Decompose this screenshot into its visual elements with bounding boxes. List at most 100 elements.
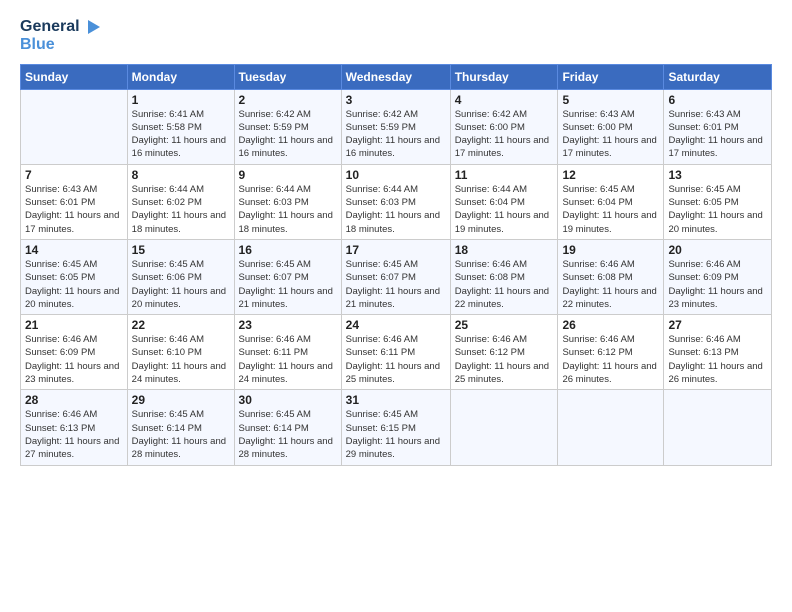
- day-number: 14: [25, 243, 123, 257]
- day-info: Sunrise: 6:43 AMSunset: 6:00 PMDaylight:…: [562, 108, 659, 161]
- day-info: Sunrise: 6:46 AMSunset: 6:08 PMDaylight:…: [455, 258, 554, 311]
- day-info: Sunrise: 6:41 AMSunset: 5:58 PMDaylight:…: [132, 108, 230, 161]
- day-info: Sunrise: 6:46 AMSunset: 6:09 PMDaylight:…: [25, 333, 123, 386]
- day-cell: 28Sunrise: 6:46 AMSunset: 6:13 PMDayligh…: [21, 390, 128, 465]
- day-info: Sunrise: 6:46 AMSunset: 6:12 PMDaylight:…: [562, 333, 659, 386]
- day-info: Sunrise: 6:45 AMSunset: 6:06 PMDaylight:…: [132, 258, 230, 311]
- day-info: Sunrise: 6:45 AMSunset: 6:07 PMDaylight:…: [346, 258, 446, 311]
- day-cell: 19Sunrise: 6:46 AMSunset: 6:08 PMDayligh…: [558, 239, 664, 314]
- day-info: Sunrise: 6:42 AMSunset: 5:59 PMDaylight:…: [346, 108, 446, 161]
- logo-arrow-icon: [82, 16, 104, 38]
- week-row-5: 28Sunrise: 6:46 AMSunset: 6:13 PMDayligh…: [21, 390, 772, 465]
- day-info: Sunrise: 6:45 AMSunset: 6:14 PMDaylight:…: [132, 408, 230, 461]
- day-number: 9: [239, 168, 337, 182]
- day-info: Sunrise: 6:43 AMSunset: 6:01 PMDaylight:…: [25, 183, 123, 236]
- day-number: 30: [239, 393, 337, 407]
- day-number: 22: [132, 318, 230, 332]
- day-cell: 11Sunrise: 6:44 AMSunset: 6:04 PMDayligh…: [450, 164, 558, 239]
- day-number: 21: [25, 318, 123, 332]
- day-info: Sunrise: 6:46 AMSunset: 6:13 PMDaylight:…: [668, 333, 767, 386]
- day-number: 18: [455, 243, 554, 257]
- day-number: 20: [668, 243, 767, 257]
- day-number: 16: [239, 243, 337, 257]
- day-cell: 23Sunrise: 6:46 AMSunset: 6:11 PMDayligh…: [234, 315, 341, 390]
- logo: General Blue: [20, 16, 104, 54]
- day-info: Sunrise: 6:42 AMSunset: 6:00 PMDaylight:…: [455, 108, 554, 161]
- day-cell: 9Sunrise: 6:44 AMSunset: 6:03 PMDaylight…: [234, 164, 341, 239]
- weekday-header-friday: Friday: [558, 64, 664, 89]
- day-info: Sunrise: 6:45 AMSunset: 6:14 PMDaylight:…: [239, 408, 337, 461]
- weekday-header-thursday: Thursday: [450, 64, 558, 89]
- day-number: 11: [455, 168, 554, 182]
- day-info: Sunrise: 6:46 AMSunset: 6:10 PMDaylight:…: [132, 333, 230, 386]
- day-cell: 29Sunrise: 6:45 AMSunset: 6:14 PMDayligh…: [127, 390, 234, 465]
- day-number: 17: [346, 243, 446, 257]
- day-number: 24: [346, 318, 446, 332]
- day-info: Sunrise: 6:45 AMSunset: 6:07 PMDaylight:…: [239, 258, 337, 311]
- day-info: Sunrise: 6:46 AMSunset: 6:08 PMDaylight:…: [562, 258, 659, 311]
- header: General Blue: [20, 16, 772, 54]
- day-cell: [21, 89, 128, 164]
- weekday-header-sunday: Sunday: [21, 64, 128, 89]
- day-cell: 25Sunrise: 6:46 AMSunset: 6:12 PMDayligh…: [450, 315, 558, 390]
- day-cell: 2Sunrise: 6:42 AMSunset: 5:59 PMDaylight…: [234, 89, 341, 164]
- day-info: Sunrise: 6:46 AMSunset: 6:13 PMDaylight:…: [25, 408, 123, 461]
- calendar-table: SundayMondayTuesdayWednesdayThursdayFrid…: [20, 64, 772, 466]
- weekday-header-saturday: Saturday: [664, 64, 772, 89]
- day-cell: 7Sunrise: 6:43 AMSunset: 6:01 PMDaylight…: [21, 164, 128, 239]
- day-number: 29: [132, 393, 230, 407]
- day-cell: 16Sunrise: 6:45 AMSunset: 6:07 PMDayligh…: [234, 239, 341, 314]
- logo-blue: Blue: [20, 36, 55, 54]
- day-number: 27: [668, 318, 767, 332]
- day-cell: 18Sunrise: 6:46 AMSunset: 6:08 PMDayligh…: [450, 239, 558, 314]
- day-number: 8: [132, 168, 230, 182]
- day-info: Sunrise: 6:45 AMSunset: 6:05 PMDaylight:…: [668, 183, 767, 236]
- day-cell: 30Sunrise: 6:45 AMSunset: 6:14 PMDayligh…: [234, 390, 341, 465]
- day-info: Sunrise: 6:44 AMSunset: 6:02 PMDaylight:…: [132, 183, 230, 236]
- day-info: Sunrise: 6:45 AMSunset: 6:05 PMDaylight:…: [25, 258, 123, 311]
- day-cell: 26Sunrise: 6:46 AMSunset: 6:12 PMDayligh…: [558, 315, 664, 390]
- day-cell: 1Sunrise: 6:41 AMSunset: 5:58 PMDaylight…: [127, 89, 234, 164]
- day-cell: 22Sunrise: 6:46 AMSunset: 6:10 PMDayligh…: [127, 315, 234, 390]
- day-number: 3: [346, 93, 446, 107]
- day-number: 12: [562, 168, 659, 182]
- week-row-1: 1Sunrise: 6:41 AMSunset: 5:58 PMDaylight…: [21, 89, 772, 164]
- day-info: Sunrise: 6:42 AMSunset: 5:59 PMDaylight:…: [239, 108, 337, 161]
- day-number: 19: [562, 243, 659, 257]
- day-number: 31: [346, 393, 446, 407]
- day-number: 26: [562, 318, 659, 332]
- day-number: 1: [132, 93, 230, 107]
- day-info: Sunrise: 6:45 AMSunset: 6:15 PMDaylight:…: [346, 408, 446, 461]
- day-cell: 13Sunrise: 6:45 AMSunset: 6:05 PMDayligh…: [664, 164, 772, 239]
- day-number: 10: [346, 168, 446, 182]
- day-info: Sunrise: 6:45 AMSunset: 6:04 PMDaylight:…: [562, 183, 659, 236]
- day-cell: [664, 390, 772, 465]
- day-number: 23: [239, 318, 337, 332]
- weekday-header-monday: Monday: [127, 64, 234, 89]
- day-info: Sunrise: 6:44 AMSunset: 6:03 PMDaylight:…: [239, 183, 337, 236]
- day-cell: [558, 390, 664, 465]
- weekday-header-row: SundayMondayTuesdayWednesdayThursdayFrid…: [21, 64, 772, 89]
- day-info: Sunrise: 6:44 AMSunset: 6:04 PMDaylight:…: [455, 183, 554, 236]
- calendar-page: General Blue SundayMondayTuesdayWednesda…: [0, 0, 792, 612]
- day-info: Sunrise: 6:46 AMSunset: 6:11 PMDaylight:…: [346, 333, 446, 386]
- day-number: 2: [239, 93, 337, 107]
- day-cell: 12Sunrise: 6:45 AMSunset: 6:04 PMDayligh…: [558, 164, 664, 239]
- day-number: 4: [455, 93, 554, 107]
- day-number: 15: [132, 243, 230, 257]
- day-cell: 20Sunrise: 6:46 AMSunset: 6:09 PMDayligh…: [664, 239, 772, 314]
- week-row-3: 14Sunrise: 6:45 AMSunset: 6:05 PMDayligh…: [21, 239, 772, 314]
- day-cell: 27Sunrise: 6:46 AMSunset: 6:13 PMDayligh…: [664, 315, 772, 390]
- day-cell: 6Sunrise: 6:43 AMSunset: 6:01 PMDaylight…: [664, 89, 772, 164]
- day-cell: 10Sunrise: 6:44 AMSunset: 6:03 PMDayligh…: [341, 164, 450, 239]
- day-info: Sunrise: 6:46 AMSunset: 6:11 PMDaylight:…: [239, 333, 337, 386]
- day-cell: 14Sunrise: 6:45 AMSunset: 6:05 PMDayligh…: [21, 239, 128, 314]
- day-number: 7: [25, 168, 123, 182]
- day-cell: 5Sunrise: 6:43 AMSunset: 6:00 PMDaylight…: [558, 89, 664, 164]
- day-cell: 24Sunrise: 6:46 AMSunset: 6:11 PMDayligh…: [341, 315, 450, 390]
- weekday-header-wednesday: Wednesday: [341, 64, 450, 89]
- day-cell: 21Sunrise: 6:46 AMSunset: 6:09 PMDayligh…: [21, 315, 128, 390]
- logo-general: General: [20, 18, 80, 36]
- day-number: 13: [668, 168, 767, 182]
- day-cell: 8Sunrise: 6:44 AMSunset: 6:02 PMDaylight…: [127, 164, 234, 239]
